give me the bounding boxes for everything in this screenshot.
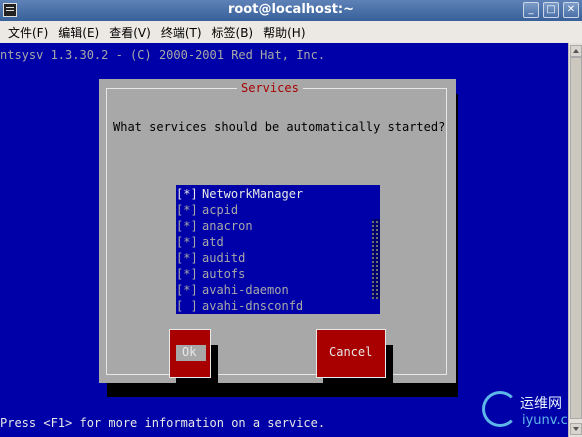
site-watermark: 运维网 iyunv.com — [478, 387, 568, 437]
ntsysv-header: ntsysv 1.3.30.2 - (C) 2000-2001 Red Hat,… — [0, 48, 326, 62]
service-checkbox[interactable]: [*] — [176, 202, 202, 218]
watermark-en: iyunv.com — [522, 413, 568, 428]
menu-file[interactable]: 文件(F) — [8, 24, 48, 41]
dialog-question: What services should be automatically st… — [113, 120, 446, 134]
service-name: avahi-daemon — [202, 283, 289, 297]
menu-help[interactable]: 帮助(H) — [263, 24, 305, 41]
menu-view[interactable]: 查看(V) — [109, 24, 151, 41]
service-name: NetworkManager — [202, 187, 304, 201]
service-name: anacron — [202, 219, 253, 233]
scroll-up-arrow-icon[interactable] — [570, 45, 582, 57]
service-item[interactable]: [*] acpid — [176, 202, 238, 218]
menu-tabs[interactable]: 标签(B) — [212, 24, 254, 41]
menu-edit[interactable]: 编辑(E) — [58, 24, 99, 41]
service-checkbox[interactable]: [*] — [176, 218, 202, 234]
service-name: autofs — [202, 267, 246, 281]
service-name: auditd — [202, 251, 246, 265]
service-item[interactable]: [ ] avahi-dnsconfd — [176, 298, 303, 314]
service-checkbox[interactable]: [ ] — [176, 298, 202, 314]
services-dialog: Services What services should be automat… — [99, 79, 456, 394]
menubar: 文件(F) 编辑(E) 查看(V) 终端(T) 标签(B) 帮助(H) — [0, 21, 582, 44]
terminal-scrollbar[interactable] — [568, 43, 582, 437]
window-title: root@localhost:~ — [227, 2, 355, 17]
menu-terminal[interactable]: 终端(T) — [161, 24, 202, 41]
service-checkbox[interactable]: [*] — [176, 186, 202, 202]
dialog-title: Services — [237, 81, 303, 95]
service-item[interactable]: [*] NetworkManager — [176, 186, 303, 202]
ntsysv-footer: Press <F1> for more information on a ser… — [0, 416, 326, 430]
close-button[interactable]: ✕ — [563, 2, 579, 18]
ok-button-label: Ok — [182, 345, 197, 359]
window-titlebar[interactable]: root@localhost:~ _ □ ✕ — [0, 0, 582, 21]
service-item[interactable]: [*] atd — [176, 234, 224, 250]
terminal-area[interactable]: ntsysv 1.3.30.2 - (C) 2000-2001 Red Hat,… — [0, 43, 568, 437]
list-scrollbar[interactable] — [372, 219, 380, 299]
watermark-logo-icon — [482, 391, 518, 427]
service-item[interactable]: [*] auditd — [176, 250, 245, 266]
service-checkbox[interactable]: [*] — [176, 250, 202, 266]
service-item[interactable]: [*] avahi-daemon — [176, 282, 289, 298]
service-checkbox[interactable]: [*] — [176, 282, 202, 298]
cancel-button-label: Cancel — [329, 345, 373, 359]
scroll-down-arrow-icon[interactable] — [570, 423, 582, 435]
service-name: acpid — [202, 203, 239, 217]
ok-button[interactable]: Ok — [169, 329, 211, 378]
scrollbar-thumb[interactable] — [570, 57, 582, 419]
service-name: avahi-dnsconfd — [202, 299, 304, 313]
service-item[interactable]: [*] autofs — [176, 266, 245, 282]
cancel-button[interactable]: Cancel — [316, 329, 386, 378]
service-checkbox[interactable]: [*] — [176, 266, 202, 282]
service-item[interactable]: [*] anacron — [176, 218, 253, 234]
service-checkbox[interactable]: [*] — [176, 234, 202, 250]
minimize-button[interactable]: _ — [523, 2, 539, 18]
service-name: atd — [202, 235, 224, 249]
watermark-cn: 运维网 — [520, 396, 562, 412]
maximize-button[interactable]: □ — [543, 2, 559, 18]
services-list[interactable]: [*] NetworkManager [*] acpid [*] anacron [*] at… — [176, 185, 380, 314]
